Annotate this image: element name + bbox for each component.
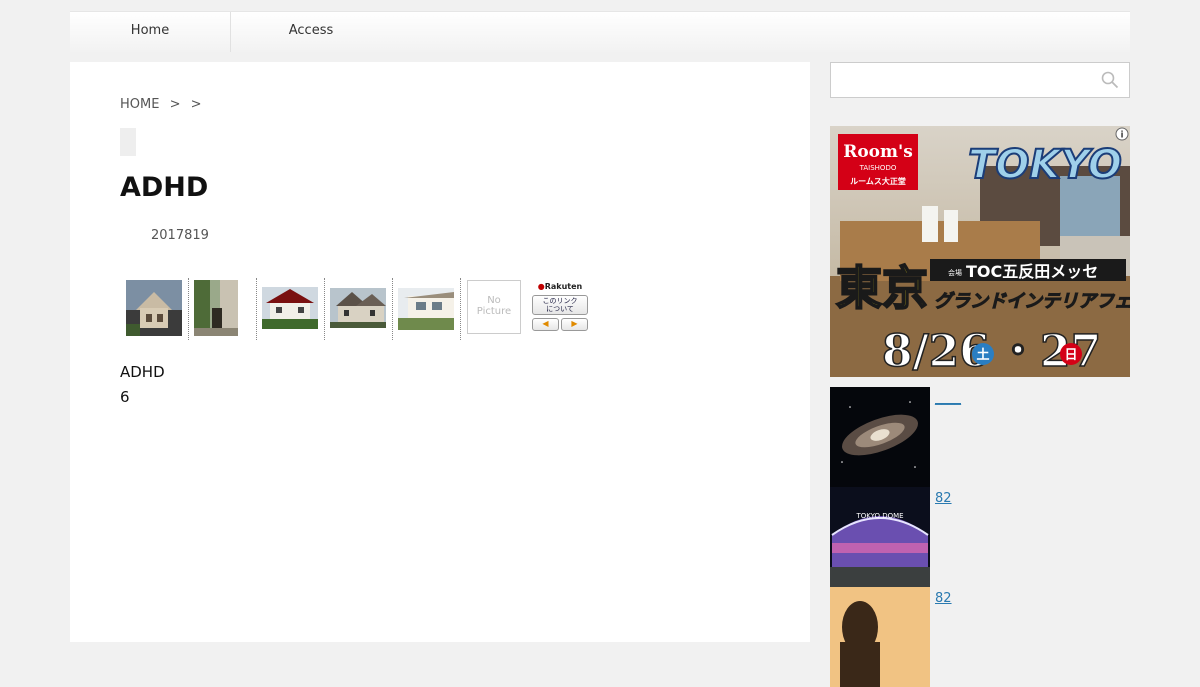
no-picture-placeholder[interactable]: No Picture [467, 280, 521, 334]
rakuten-logo[interactable]: ●Rakuten [532, 282, 588, 291]
breadcrumb-home-link[interactable]: HOME [120, 97, 159, 112]
svg-text:・27: ・27 [996, 326, 1101, 377]
main-content: HOME > > ADHD 2017819 No Picture ●Rakute… [70, 62, 810, 642]
product-thumbnail[interactable] [188, 278, 257, 340]
ad-banner[interactable]: Room's TAISHODO ルームス大正堂 TOKYO 会場 TOC五反田メ… [830, 126, 1130, 377]
house-photo-image [330, 288, 386, 328]
related-post-link[interactable]: ____ [935, 391, 961, 406]
house-photo-image [398, 288, 454, 330]
related-post-link[interactable]: 82 [935, 491, 952, 506]
product-thumbnail[interactable] [256, 278, 325, 340]
nav-home-link[interactable]: Home [70, 12, 231, 52]
silhouette-thumbnail[interactable] [830, 587, 930, 687]
breadcrumb: HOME > > [120, 97, 208, 112]
house-photo-image [262, 287, 318, 329]
product-thumbnail[interactable] [120, 278, 189, 340]
related-post-link[interactable]: 82 [935, 591, 952, 606]
article-body: ADHD 6 [120, 360, 165, 410]
body-line: 6 [120, 388, 130, 406]
related-post[interactable]: TOKYO DOME 82 [830, 487, 1130, 587]
interior-fair-ad-image: Room's TAISHODO ルームス大正堂 TOKYO 会場 TOC五反田メ… [830, 126, 1130, 377]
related-post[interactable]: ____ [830, 387, 1130, 487]
svg-text:土: 土 [976, 347, 989, 363]
search-input[interactable] [830, 62, 1130, 98]
galaxy-thumbnail[interactable] [830, 387, 930, 487]
search-icon[interactable] [1101, 71, 1119, 89]
nav-access-link[interactable]: Access [231, 12, 391, 52]
breadcrumb-separator: > [190, 97, 202, 112]
svg-text:ルームス大正堂: ルームス大正堂 [850, 176, 906, 186]
rakuten-widget: No Picture ●Rakuten このリンク について ◀ ▶ [120, 278, 590, 340]
breadcrumb-separator: > [169, 97, 181, 112]
next-arrow-button[interactable]: ▶ [561, 318, 588, 331]
svg-text:グランドインテリアフェア: グランドインテリアフェア [934, 291, 1130, 312]
house-photo-image [194, 280, 238, 336]
svg-text:TOC五反田メッセ: TOC五反田メッセ [966, 262, 1098, 281]
no-picture-text: No [487, 295, 501, 306]
svg-text:TOKYO DOME: TOKYO DOME [855, 512, 903, 520]
rakuten-controls: ●Rakuten このリンク について ◀ ▶ [532, 282, 588, 338]
tokyo-dome-thumbnail[interactable]: TOKYO DOME [830, 487, 930, 587]
svg-text:TAISHODO: TAISHODO [859, 164, 897, 172]
svg-text:TOKYO: TOKYO [968, 142, 1122, 188]
top-nav: Home Access [70, 11, 1130, 52]
no-picture-text: Picture [476, 306, 512, 317]
svg-text:日: 日 [1064, 348, 1077, 363]
body-line: ADHD [120, 363, 165, 381]
svg-text:会場: 会場 [948, 268, 962, 277]
svg-text:i: i [1120, 131, 1123, 141]
category-label[interactable] [120, 128, 136, 156]
product-thumbnail[interactable] [324, 278, 393, 340]
page-title: ADHD [120, 172, 209, 203]
related-post[interactable]: 82 [830, 587, 1130, 687]
svg-text:Room's: Room's [843, 142, 913, 162]
post-date: 2017819 [151, 228, 209, 243]
about-link-button[interactable]: このリンク について [532, 295, 588, 315]
product-thumbnail[interactable] [392, 278, 461, 340]
prev-arrow-button[interactable]: ◀ [532, 318, 559, 331]
svg-text:東京: 東京 [836, 261, 928, 315]
house-photo-image [126, 280, 182, 336]
